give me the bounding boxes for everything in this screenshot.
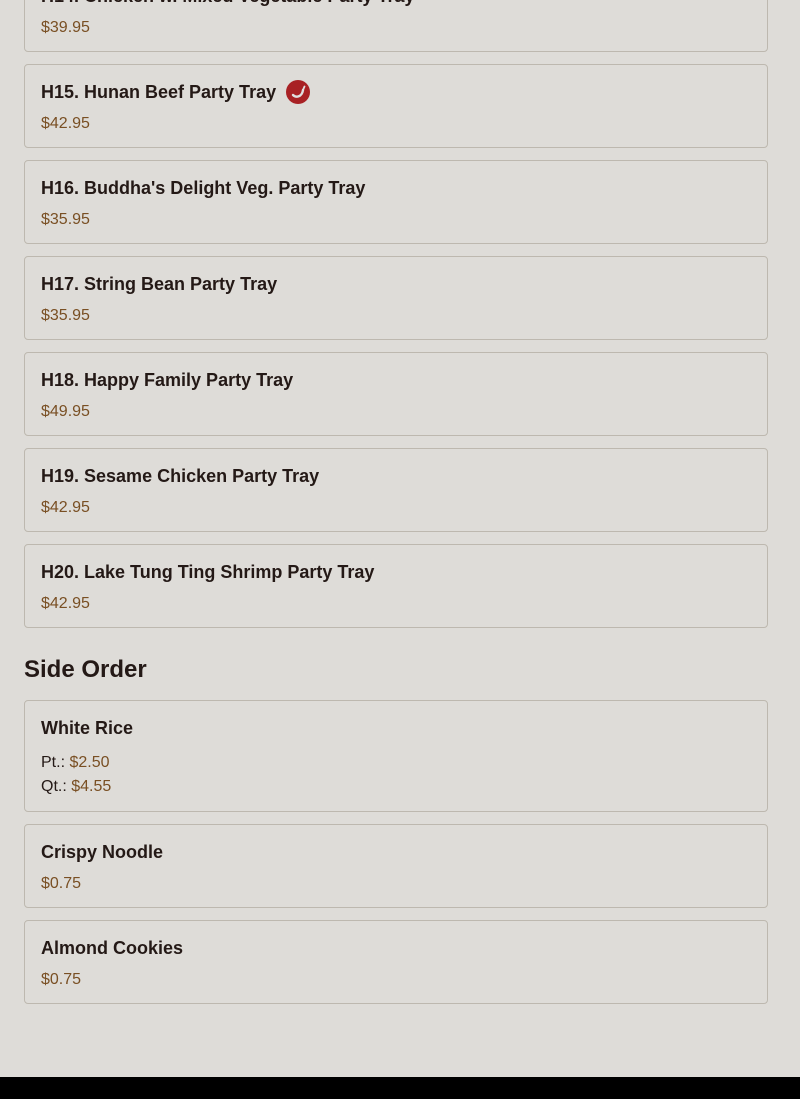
item-name: White Rice <box>41 718 134 738</box>
item-price: $0.75 <box>41 875 82 892</box>
price-option-value: $2.50 <box>69 754 110 771</box>
item-name: Crispy Noodle <box>41 842 164 862</box>
menu-item-h20[interactable]: H20. Lake Tung Ting Shrimp Party Tray $4… <box>24 544 768 628</box>
menu-page: H14. Chicken w. Mixed Vegetable Party Tr… <box>0 0 800 1077</box>
menu-item-almond-cookies[interactable]: Almond Cookies $0.75 <box>24 920 768 1004</box>
item-name: Almond Cookies <box>41 938 184 958</box>
price-option-label: Pt.: <box>41 754 66 771</box>
item-price: $42.95 <box>41 595 90 612</box>
bottom-black-bar <box>0 1077 800 1099</box>
menu-item-crispy-noodle[interactable]: Crispy Noodle $0.75 <box>24 824 768 908</box>
item-price: $42.95 <box>41 499 90 516</box>
menu-item-h18[interactable]: H18. Happy Family Party Tray $49.95 <box>24 352 768 436</box>
price-option-value: $4.55 <box>71 778 112 795</box>
item-price: $39.95 <box>41 19 90 36</box>
chili-pepper-icon <box>286 80 311 104</box>
item-name: H18. Happy Family Party Tray <box>41 370 294 390</box>
menu-item-h19[interactable]: H19. Sesame Chicken Party Tray $42.95 <box>24 448 768 532</box>
item-price: $42.95 <box>41 115 90 132</box>
item-price: $0.75 <box>41 971 82 988</box>
item-name: H17. String Bean Party Tray <box>41 274 278 294</box>
menu-item-h14[interactable]: H14. Chicken w. Mixed Vegetable Party Tr… <box>24 0 768 52</box>
item-price: $49.95 <box>41 403 90 420</box>
price-option-pint: Pt.: $2.50 <box>41 751 751 775</box>
price-option-quart: Qt.: $4.55 <box>41 775 751 799</box>
menu-list: H14. Chicken w. Mixed Vegetable Party Tr… <box>24 0 768 1016</box>
item-price-list: Pt.: $2.50 Qt.: $4.55 <box>41 751 751 799</box>
item-name: H16. Buddha's Delight Veg. Party Tray <box>41 178 366 198</box>
menu-item-white-rice[interactable]: White Rice Pt.: $2.50 Qt.: $4.55 <box>24 700 768 812</box>
section-title-side-order: Side Order <box>24 656 147 683</box>
item-name: H15. Hunan Beef Party Tray <box>41 82 277 102</box>
item-name: H19. Sesame Chicken Party Tray <box>41 466 320 486</box>
menu-item-h17[interactable]: H17. String Bean Party Tray $35.95 <box>24 256 768 340</box>
menu-item-h16[interactable]: H16. Buddha's Delight Veg. Party Tray $3… <box>24 160 768 244</box>
item-price: $35.95 <box>41 211 90 228</box>
menu-item-h15[interactable]: H15. Hunan Beef Party Tray $42.95 <box>24 64 768 148</box>
price-option-label: Qt.: <box>41 778 67 795</box>
item-name: H14. Chicken w. Mixed Vegetable Party Tr… <box>41 0 415 9</box>
item-price: $35.95 <box>41 307 90 324</box>
item-name: H20. Lake Tung Ting Shrimp Party Tray <box>41 562 375 582</box>
